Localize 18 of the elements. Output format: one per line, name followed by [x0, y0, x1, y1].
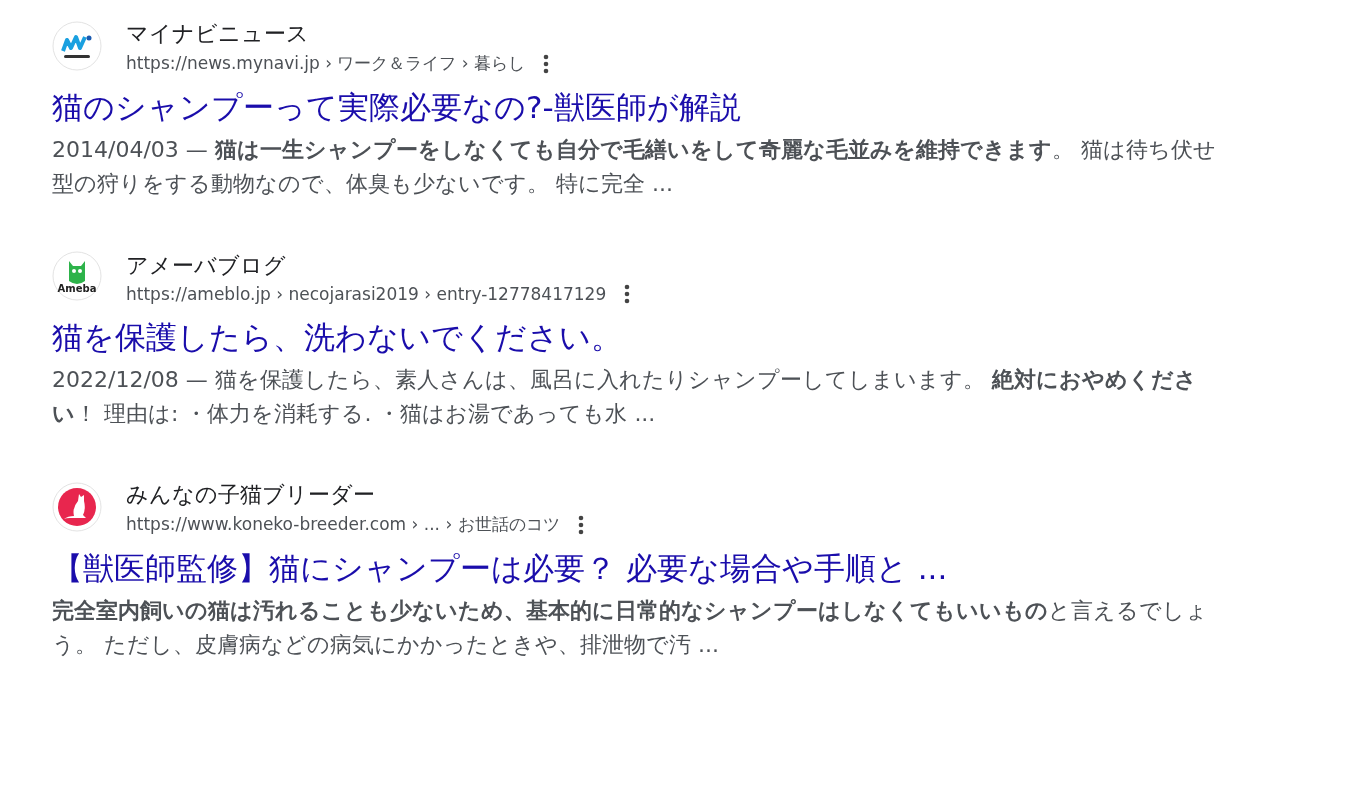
result-title-link[interactable]: 猫のシャンプーって実際必要なの?-獣医師が解説	[52, 87, 741, 127]
site-name: アメーバブログ	[126, 252, 287, 280]
logo-icon	[52, 20, 102, 71]
cat-icon	[52, 481, 102, 532]
result-snippet: 完全室内飼いの猫は汚れることも少ないため、基本的に日常的なシャンプーはしなくてもいいものと言えるでしょう。 ただし、皮膚病などの病気にかかったときや、排泄物で汚 ...	[52, 597, 1209, 659]
logo-icon: Ameba	[52, 251, 102, 301]
breadcrumb-url: https://ameblo.jp › necojarasi2019 › entry-12778417129	[126, 284, 607, 304]
site-name: みんなの子猫ブリーダー	[126, 481, 376, 509]
more-options-icon[interactable]	[543, 53, 550, 74]
result-snippet: 2014/04/03 — 猫は一生シャンプーをしなくても自分で毛繕いをして奇麗な毛並みを維持できます。 猫は待ち伏せ型の狩りをする動物なので、体臭も少ないです。 特に完全 ...	[52, 136, 1217, 198]
site-name: マイナビニュース	[126, 20, 310, 48]
result-title-link[interactable]: 猫を保護したら、洗わないでください。	[52, 317, 622, 357]
more-options-icon[interactable]	[624, 284, 631, 304]
breadcrumb-url: https://news.mynavi.jp › ワーク＆ライフ › 暮らし	[126, 52, 526, 75]
result-snippet: 2022/12/08 — 猫を保護したら、素人さんは、風呂に入れたりシャンプーしてしまいます。 絶対におやめください！ 理由は: ・体力を消耗する. ・猫はお湯であっても水 ...	[52, 366, 1198, 428]
result-title-link[interactable]: 【獣医師監修】猫にシャンプーは必要？ 必要な場合や手順と ...	[52, 548, 948, 588]
more-options-icon[interactable]	[577, 514, 584, 535]
breadcrumb-url: https://www.koneko-breeder.com › ... › お世話のコツ	[126, 513, 560, 536]
